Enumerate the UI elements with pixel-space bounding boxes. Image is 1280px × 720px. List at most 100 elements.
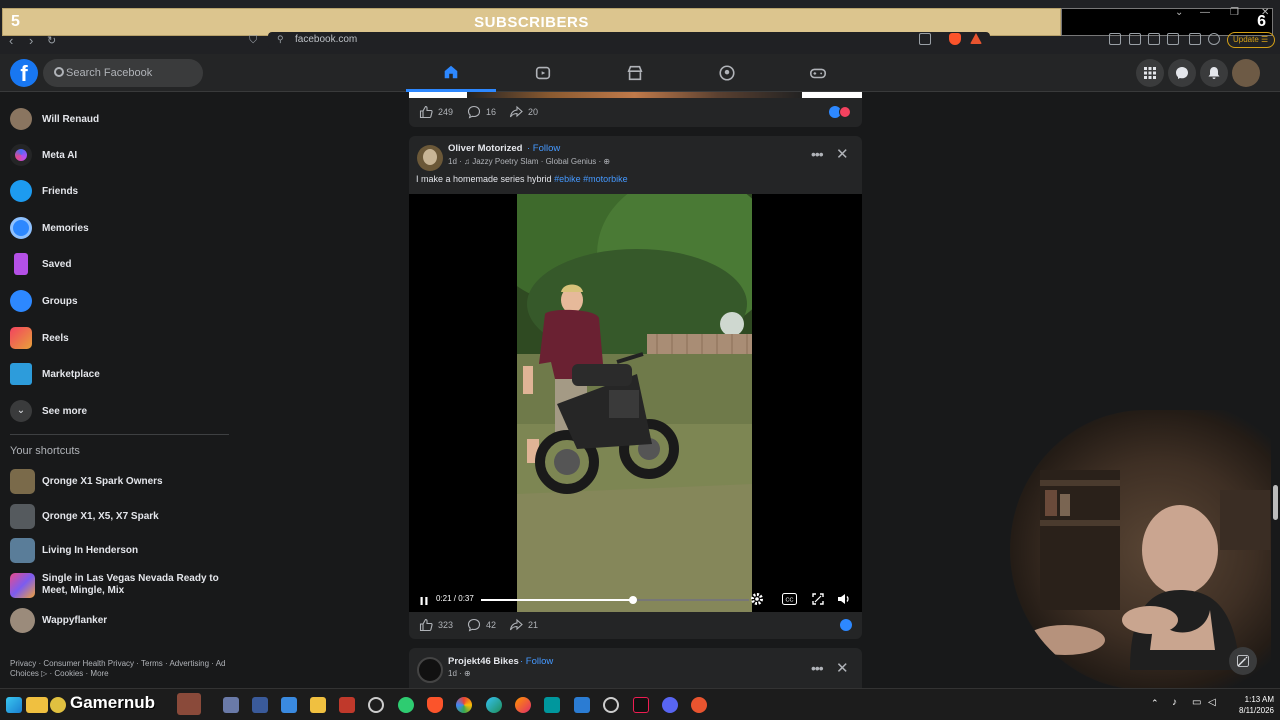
captions-icon[interactable]: CC: [782, 593, 797, 605]
sidebar-item-groups[interactable]: Groups: [10, 287, 78, 315]
video-frame[interactable]: [517, 194, 752, 612]
sidebar-item-memories[interactable]: Memories: [10, 214, 89, 242]
shortcut-item[interactable]: Single in Las Vegas Nevada Ready to Meet…: [10, 570, 235, 600]
tab-home[interactable]: [406, 54, 496, 92]
scrollbar-thumb[interactable]: [1273, 485, 1278, 520]
arduino-icon[interactable]: [544, 697, 560, 713]
author-avatar[interactable]: [417, 145, 443, 171]
fullscreen-icon[interactable]: [812, 593, 824, 605]
like-button[interactable]: 249: [419, 105, 453, 119]
search-box[interactable]: [43, 59, 203, 87]
pause-icon[interactable]: [419, 593, 429, 611]
app-icon[interactable]: [368, 697, 384, 713]
like-button[interactable]: 323: [419, 618, 453, 632]
reload-icon[interactable]: ↻: [47, 34, 56, 47]
follow-button[interactable]: · Follow: [520, 656, 553, 667]
app-icon[interactable]: [281, 697, 297, 713]
network-icon[interactable]: ▭: [1192, 697, 1201, 708]
video-progress-handle[interactable]: [629, 596, 638, 604]
sidebar-item-profile[interactable]: Will Renaud: [10, 105, 99, 133]
post-author[interactable]: Oliver Motorized: [448, 143, 522, 154]
app-icon[interactable]: [603, 697, 619, 713]
app-icon[interactable]: [398, 697, 414, 713]
post-author[interactable]: Projekt46 Bikes: [448, 656, 519, 667]
share-button[interactable]: 20: [509, 105, 538, 119]
site-info-icon[interactable]: ⚲: [277, 34, 284, 45]
profile-avatar[interactable]: [1232, 59, 1260, 87]
app-icon[interactable]: [339, 697, 355, 713]
app-icon[interactable]: [223, 697, 239, 713]
page-scrollbar[interactable]: [1271, 92, 1280, 688]
brave-rewards-icon[interactable]: [970, 33, 982, 44]
speaker-icon[interactable]: ◁: [1208, 697, 1216, 708]
microphone-icon[interactable]: ♪: [1172, 697, 1177, 708]
vpn-icon[interactable]: [1189, 33, 1201, 45]
brave-icon[interactable]: [427, 697, 443, 713]
app-icon[interactable]: [691, 697, 707, 713]
tiktok-icon[interactable]: [633, 697, 649, 713]
url-text[interactable]: facebook.com: [295, 34, 357, 45]
sidebar-item-saved[interactable]: Saved: [10, 250, 71, 278]
shield-icon[interactable]: [1208, 33, 1220, 45]
brave-shields-icon[interactable]: [949, 33, 961, 45]
tab-marketplace[interactable]: [590, 54, 680, 92]
start-icon[interactable]: [6, 697, 22, 713]
vscode-icon[interactable]: [574, 697, 590, 713]
bookmark-page-icon[interactable]: ⛉: [249, 34, 257, 47]
sidebar-icon[interactable]: [1148, 33, 1160, 45]
tab-gaming[interactable]: [773, 54, 863, 92]
minimize-icon[interactable]: —: [1200, 7, 1210, 18]
app-icon[interactable]: [252, 697, 268, 713]
system-clock[interactable]: 1:13 AM 8/11/2026: [1222, 694, 1274, 716]
comment-button[interactable]: 42: [467, 618, 496, 632]
volume-icon[interactable]: [837, 592, 851, 606]
address-bar[interactable]: [268, 32, 990, 49]
video-player[interactable]: 0:21 / 0:37 CC: [409, 194, 862, 612]
more-options-icon[interactable]: •••: [811, 660, 824, 676]
chrome-icon[interactable]: [456, 697, 472, 713]
back-icon[interactable]: ‹: [9, 33, 13, 48]
search-input[interactable]: [66, 59, 196, 87]
forward-icon[interactable]: ›: [29, 33, 33, 48]
shortcut-item[interactable]: Qronge X1 Spark Owners: [10, 467, 163, 495]
sidebar-item-meta-ai[interactable]: Meta AI: [10, 141, 77, 169]
video-progress-bar[interactable]: [481, 596, 749, 604]
comment-button[interactable]: 16: [467, 105, 496, 119]
shortcut-item[interactable]: Qronge X1, X5, X7 Spark: [10, 502, 159, 530]
media-icon[interactable]: [1129, 33, 1141, 45]
messenger-button[interactable]: [1168, 59, 1196, 87]
author-avatar[interactable]: [417, 657, 443, 683]
maximize-icon[interactable]: ❐: [1230, 7, 1239, 18]
settings-gear-icon[interactable]: [750, 592, 764, 606]
close-window-icon[interactable]: ✕: [1261, 7, 1269, 18]
post-hashtags[interactable]: #ebike #motorbike: [554, 174, 628, 184]
tab-groups[interactable]: [682, 54, 772, 92]
sidebar-item-see-more[interactable]: ⌄ See more: [10, 397, 87, 425]
sidebar-item-reels[interactable]: Reels: [10, 324, 69, 352]
notifications-button[interactable]: [1200, 59, 1228, 87]
file-explorer-icon[interactable]: [310, 697, 326, 713]
tab-video[interactable]: [498, 54, 588, 92]
facebook-logo[interactable]: f: [10, 59, 38, 87]
edge-icon[interactable]: [486, 697, 502, 713]
more-options-icon[interactable]: •••: [811, 146, 824, 162]
new-message-button[interactable]: [1229, 647, 1257, 675]
close-icon[interactable]: ✕: [836, 659, 849, 677]
shortcut-item[interactable]: Wappyflanker: [10, 606, 107, 634]
chevron-down-icon[interactable]: ⌄: [1175, 7, 1183, 18]
menu-button[interactable]: [1136, 59, 1164, 87]
follow-button[interactable]: · Follow: [527, 143, 560, 154]
sidebar-item-friends[interactable]: Friends: [10, 177, 78, 205]
footer-links[interactable]: Privacy · Consumer Health Privacy · Term…: [10, 659, 230, 679]
shortcut-item[interactable]: Living In Henderson: [10, 536, 138, 564]
firefox-icon[interactable]: [515, 697, 531, 713]
update-button[interactable]: Update ☰: [1227, 32, 1275, 48]
wallet-icon[interactable]: [1167, 33, 1179, 45]
share-button[interactable]: 21: [509, 618, 538, 632]
screenshot-icon[interactable]: [919, 33, 931, 45]
sidebar-item-marketplace[interactable]: Marketplace: [10, 360, 100, 388]
extensions-icon[interactable]: [1109, 33, 1121, 45]
chevron-up-icon[interactable]: ⌃: [1151, 698, 1159, 709]
close-icon[interactable]: ✕: [836, 145, 849, 163]
discord-icon[interactable]: [662, 697, 678, 713]
